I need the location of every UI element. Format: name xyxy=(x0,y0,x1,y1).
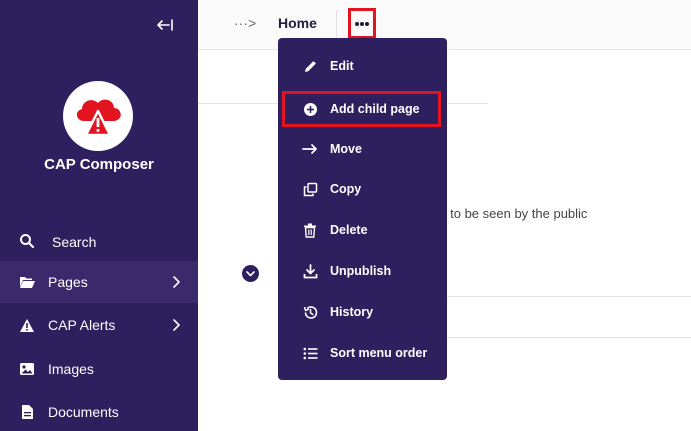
menu-item-label: Add child page xyxy=(330,102,420,116)
content-divider xyxy=(447,296,691,297)
menu-item-history[interactable]: History xyxy=(278,294,447,330)
folder-open-icon xyxy=(18,273,36,291)
pencil-icon xyxy=(302,58,318,74)
visibility-text: it to be seen by the public xyxy=(440,206,588,221)
copy-icon xyxy=(302,181,318,197)
sidebar-item-label: Images xyxy=(48,361,94,377)
menu-item-delete[interactable]: Delete xyxy=(278,212,447,248)
app-logo xyxy=(63,81,133,151)
sidebar-item-documents[interactable]: Documents xyxy=(0,391,198,431)
sidebar-item-label: Pages xyxy=(48,274,88,290)
chevron-down-icon xyxy=(246,270,255,276)
more-actions-button[interactable] xyxy=(348,8,376,42)
menu-item-label: Sort menu order xyxy=(330,346,428,360)
document-icon xyxy=(18,403,36,421)
sidebar-item-cap-alerts[interactable]: CAP Alerts xyxy=(0,304,198,346)
menu-item-move[interactable]: Move xyxy=(278,131,447,167)
menu-item-label: Copy xyxy=(330,182,362,196)
download-icon xyxy=(302,263,318,279)
menu-item-label: Unpublish xyxy=(330,264,392,278)
ellipsis-icon xyxy=(355,21,369,26)
chevron-right-icon xyxy=(172,275,180,291)
page-actions-menu: Edit Add child page Move Copy Delete Unp… xyxy=(278,38,447,380)
menu-item-label: Delete xyxy=(330,223,368,237)
image-icon xyxy=(18,360,36,378)
breadcrumb-expand[interactable]: ···> xyxy=(234,15,256,31)
warning-icon xyxy=(18,316,36,334)
cloud-alert-icon xyxy=(76,99,121,137)
chevron-right-icon xyxy=(172,318,180,334)
sidebar: CAP Composer Search Pages CAP Alerts Ima… xyxy=(0,0,198,431)
content-divider xyxy=(447,337,691,338)
sidebar-item-pages[interactable]: Pages xyxy=(0,261,198,303)
menu-item-edit[interactable]: Edit xyxy=(278,48,447,84)
menu-item-copy[interactable]: Copy xyxy=(278,171,447,207)
collapse-sidebar-button[interactable] xyxy=(154,14,176,36)
arrow-right-icon xyxy=(302,141,318,157)
app-name: CAP Composer xyxy=(44,156,154,173)
menu-item-unpublish[interactable]: Unpublish xyxy=(278,253,447,289)
sidebar-search[interactable]: Search xyxy=(0,220,198,262)
trash-icon xyxy=(302,222,318,238)
sidebar-item-label: CAP Alerts xyxy=(48,317,116,333)
header-divider xyxy=(336,10,337,40)
menu-item-label: Move xyxy=(330,142,362,156)
menu-item-label: Edit xyxy=(330,59,354,73)
sidebar-item-images[interactable]: Images xyxy=(0,348,198,390)
breadcrumb-home[interactable]: Home xyxy=(278,15,317,31)
search-icon xyxy=(18,232,36,250)
collapse-arrow-icon xyxy=(157,19,173,31)
history-icon xyxy=(302,304,318,320)
sidebar-search-label: Search xyxy=(52,234,97,250)
sidebar-item-label: Documents xyxy=(48,404,119,420)
expand-button[interactable] xyxy=(242,265,259,282)
menu-item-label: History xyxy=(330,305,374,319)
plus-circle-icon xyxy=(302,101,318,117)
menu-item-sort-menu-order[interactable]: Sort menu order xyxy=(278,335,447,371)
menu-item-add-child-page[interactable]: Add child page xyxy=(278,91,447,127)
list-icon xyxy=(302,345,318,361)
